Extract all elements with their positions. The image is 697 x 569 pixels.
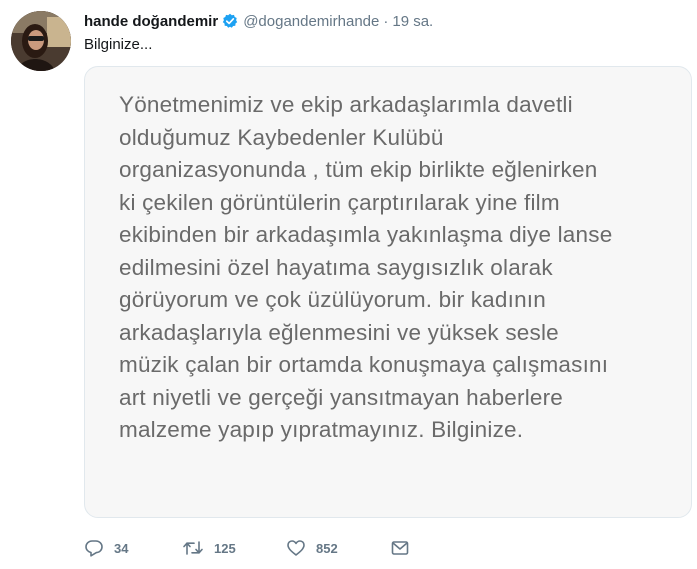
note-line: görüyorum ve çok üzülüyorum. bir kadının	[119, 287, 546, 312]
tweet-card: hande doğandemir @dogandemirhande · 19 s…	[0, 0, 697, 569]
reply-icon	[84, 538, 104, 558]
separator-dot: ·	[383, 12, 389, 30]
display-name[interactable]: hande doğandemir	[84, 13, 218, 30]
note-line: malzeme yapıp yıpratmayınız. Bilginize.	[119, 417, 524, 442]
note-line: arkadaşlarıyla eğlenmesini ve yüksek ses…	[119, 319, 559, 345]
envelope-icon	[390, 538, 410, 558]
tweet-header: hande doğandemir @dogandemirhande · 19 s…	[84, 11, 433, 31]
avatar-photo	[11, 11, 71, 71]
note-line: edilmesini özel hayatıma saygısızlık ola…	[119, 254, 553, 280]
note-line: Yönetmenimiz ve ekip arkadaşlarımla dave…	[119, 92, 573, 117]
note-line: ekibinden bir arkadaşımla yakınlaşma diy…	[119, 222, 613, 247]
media-image[interactable]: Yönetmenimiz ve ekip arkadaşlarımla dave…	[84, 66, 692, 518]
user-handle[interactable]: @dogandemirhande	[243, 13, 379, 30]
reply-count: 34	[114, 540, 129, 556]
retweet-icon	[182, 538, 204, 558]
verified-badge-icon	[222, 13, 238, 29]
note-line: ki çekilen görüntülerin çarptırılarak yi…	[119, 189, 560, 215]
note-text: Yönetmenimiz ve ekip arkadaşlarımla dave…	[119, 89, 679, 447]
direct-message-button[interactable]	[390, 538, 420, 558]
note-line: olduğumuz Kaybedenler Kulübü	[119, 124, 444, 150]
like-button[interactable]: 852	[286, 538, 390, 558]
tweet-actions: 34 125 852	[84, 536, 420, 560]
tweet-timestamp[interactable]: 19 sa.	[392, 13, 433, 30]
note-line: organizasyonunda , tüm ekip birlikte eğl…	[119, 157, 598, 182]
retweet-button[interactable]: 125	[182, 538, 286, 558]
note-line: müzik çalan bir ortamda konuşmaya çalışm…	[119, 352, 609, 377]
retweet-count: 125	[214, 540, 236, 556]
tweet-text: Bilginize...	[84, 36, 153, 53]
like-count: 852	[316, 540, 338, 556]
heart-icon	[286, 538, 306, 558]
avatar[interactable]	[11, 11, 71, 71]
note-line: art niyetli ve gerçeği yansıtmayan haber…	[119, 384, 564, 410]
reply-button[interactable]: 34	[84, 538, 180, 558]
